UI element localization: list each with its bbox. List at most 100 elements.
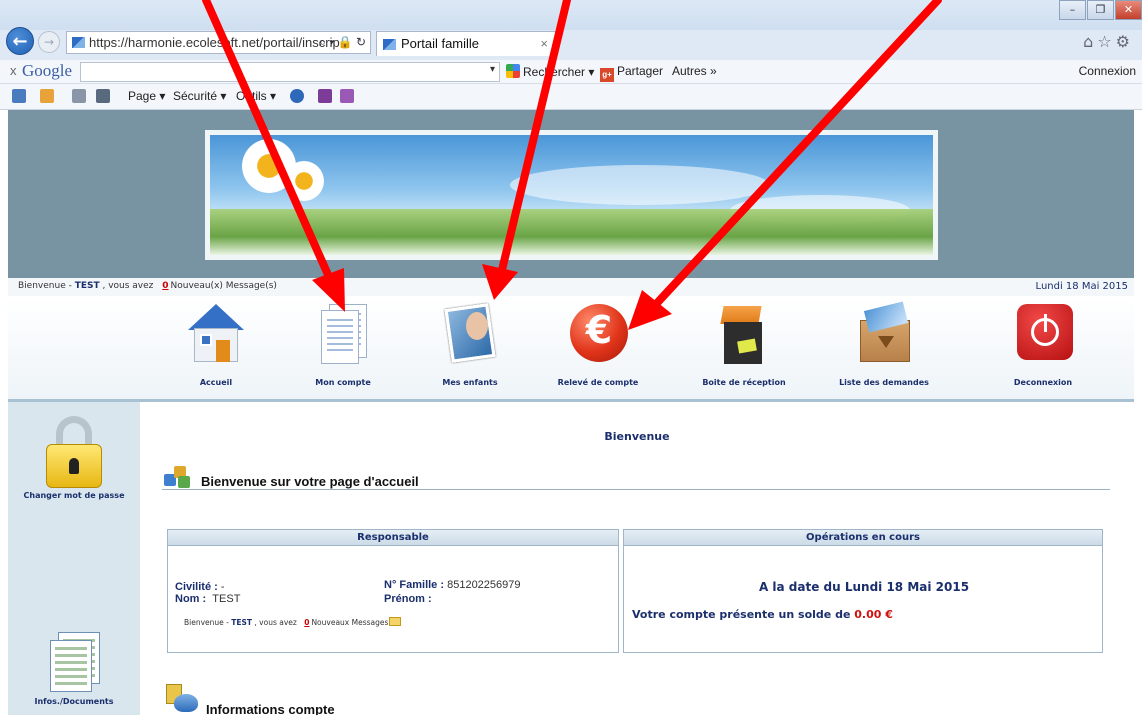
civilite-value: - [220, 581, 225, 593]
power-icon [1011, 300, 1075, 364]
padlock-icon [44, 416, 104, 488]
google-search-input[interactable]: ▾ [80, 62, 500, 82]
sidebar-item-change-password[interactable]: Changer mot de passe [8, 416, 140, 500]
sidebar-item-label: Changer mot de passe [23, 491, 125, 500]
print-icon[interactable] [96, 89, 110, 103]
onenote-icon[interactable] [318, 89, 332, 103]
tab-portail-famille[interactable]: Portail famille × [376, 31, 556, 56]
nav-deconnexion-label: Deconnexion [1013, 378, 1073, 387]
forward-arrow-icon: → [43, 35, 55, 49]
google-search-button[interactable]: Rechercher ▾ [506, 64, 594, 79]
message-count-link[interactable]: 0 [162, 281, 168, 291]
title-bar [0, 0, 1142, 30]
window-controls: – ❐ ✕ [1058, 0, 1142, 22]
tab-close-icon[interactable]: × [540, 32, 548, 56]
nav-accueil-label: Accueil [199, 378, 233, 387]
euro-icon: € [566, 300, 630, 364]
feeds-icon[interactable] [40, 89, 54, 103]
mail-icon[interactable] [72, 89, 86, 103]
cloud-shape [510, 165, 770, 205]
google-share-label: Partager [617, 64, 664, 78]
child-photo-icon [438, 300, 502, 364]
google-search-icon [506, 64, 520, 78]
nav-mon-compte[interactable]: Mon compte [293, 300, 393, 396]
section-header-informations: Informations compte [162, 682, 462, 715]
page-title: Bienvenue [604, 430, 670, 443]
nom-label: Nom : [175, 593, 207, 605]
toolbar-right-icons[interactable]: ⌂☆⚙ [1083, 32, 1134, 51]
home-icon[interactable] [12, 89, 26, 103]
nom-row: Nom : TEST [175, 593, 240, 605]
back-button[interactable]: ← [6, 27, 34, 55]
minimize-button[interactable]: – [1059, 0, 1086, 20]
responsable-card: Responsable Civilité : - Nom : TEST N° F… [167, 529, 619, 653]
help-icon[interactable] [290, 89, 304, 103]
prenom-label: Prénom : [384, 593, 432, 605]
site-favicon-icon [72, 37, 85, 48]
prenom-row: Prénom : [384, 593, 432, 605]
welcome-mid: , vous avez [252, 618, 300, 627]
operations-date: A la date du Lundi 18 Mai 2015 [758, 580, 970, 594]
operations-card-header: Opérations en cours [624, 530, 1102, 546]
google-connexion-button[interactable]: Connexion [1079, 64, 1136, 78]
nav-liste-label: Liste des demandes [839, 378, 929, 387]
security-menu[interactable]: Sécurité ▾ [173, 89, 226, 103]
nav-releve-label: Relevé de compte [557, 378, 639, 387]
account-info-icon [164, 684, 200, 714]
welcome-message: Bienvenue - TEST , vous avez 0 Nouveau(x)… [18, 281, 277, 291]
home-icon[interactable]: ⌂ [1083, 32, 1097, 51]
envelope-icon[interactable] [389, 617, 402, 626]
nom-value: TEST [212, 593, 241, 605]
address-bar[interactable]: https://harmonie.ecolesoft.net/portail/i… [66, 31, 371, 54]
nav-accueil[interactable]: Accueil [166, 300, 266, 396]
header-date: Lundi 18 Mai 2015 [1035, 281, 1128, 292]
google-more-button[interactable]: Autres » [672, 64, 717, 78]
nav-deconnexion[interactable]: Deconnexion [993, 300, 1093, 396]
welcome-mid: , vous avez [99, 281, 157, 291]
messages-label: Nouveaux Messages [311, 618, 389, 627]
google-search-label: Rechercher ▾ [523, 65, 595, 79]
balance-text: Votre compte présente un solde de [632, 608, 855, 621]
favorites-star-icon[interactable]: ☆ [1097, 32, 1115, 51]
nav-mes-enfants[interactable]: Mes enfants [420, 300, 520, 396]
responsable-welcome-message: Bienvenue - TEST , vous avez 0 Nouveaux M… [184, 617, 402, 627]
messages-label: Nouveau(x) Message(s) [170, 281, 277, 291]
inbox-icon [712, 300, 776, 364]
settings-gear-icon[interactable]: ⚙ [1116, 32, 1134, 51]
welcome-user: TEST [231, 618, 253, 627]
daisy-flower [284, 161, 324, 201]
browser-chrome: – ❐ ✕ ← → https://harmonie.ecolesoft.net… [0, 0, 1142, 60]
account-balance: Votre compte présente un solde de 0.00 € [632, 608, 893, 621]
message-count-link[interactable]: 0 [304, 618, 309, 627]
address-url: https://harmonie.ecolesoft.net/portail/i… [89, 35, 340, 50]
sidebar: Changer mot de passe Infos./Documents [8, 402, 140, 715]
sidebar-item-infos-documents[interactable]: Infos./Documents [8, 632, 140, 706]
civilite-label: Civilité : [175, 581, 218, 593]
nav-liste-des-demandes[interactable]: Liste des demandes [834, 300, 934, 396]
page-menu[interactable]: Page ▾ [128, 89, 165, 103]
tab-favicon-icon [383, 39, 396, 50]
operations-card: Opérations en cours A la date du Lundi 1… [623, 529, 1103, 653]
google-plus-icon: g+ [600, 68, 614, 82]
responsable-card-header: Responsable [168, 530, 618, 546]
section-title: Bienvenue sur votre page d'accueil [201, 474, 419, 489]
onenote-linked-icon[interactable] [340, 89, 354, 103]
google-logo: Google [22, 61, 73, 80]
restore-button[interactable]: ❐ [1087, 0, 1114, 20]
google-toolbar-close[interactable]: x [10, 63, 17, 78]
header-banner-image [205, 130, 938, 260]
dropdown-caret-icon[interactable]: ▾ [490, 64, 495, 75]
google-share-button[interactable]: g+ Partager [600, 64, 663, 82]
close-window-button[interactable]: ✕ [1115, 0, 1142, 20]
address-tools[interactable]: ⌕ ▾ 🔒 ↻ [319, 32, 366, 53]
info-section-title: Informations compte [206, 702, 335, 715]
nav-boite-de-reception[interactable]: Boite de réception [694, 300, 794, 396]
forward-button[interactable]: → [38, 31, 60, 53]
tools-menu[interactable]: Outils ▾ [236, 89, 276, 103]
welcome-prefix: Bienvenue - [18, 281, 75, 291]
nav-releve-de-compte[interactable]: € Relevé de compte [548, 300, 648, 396]
famille-label: N° Famille : [384, 579, 445, 591]
main-navigation: Accueil Mon compte Mes enfants € Relevé … [8, 296, 1134, 402]
house-icon [184, 300, 248, 364]
google-toolbar: x Google ▾ Rechercher ▾ g+ Partager Autre… [0, 60, 1142, 84]
